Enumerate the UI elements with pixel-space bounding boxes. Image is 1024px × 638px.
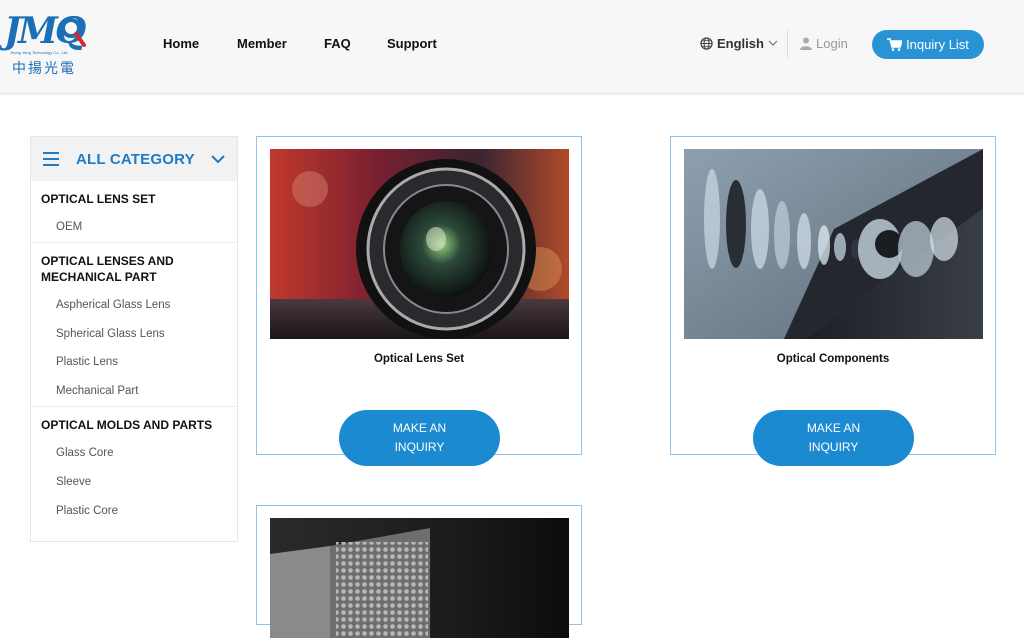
login-label: Login: [816, 36, 848, 51]
nav-member[interactable]: Member: [237, 36, 287, 51]
nav-faq[interactable]: FAQ: [324, 36, 351, 51]
inquiry-list-button[interactable]: Inquiry List: [872, 30, 984, 59]
category-item-plastic-core[interactable]: Plastic Core: [31, 497, 237, 526]
cart-icon: [887, 38, 903, 51]
product-card-optical-lens-set: Optical Lens Set MAKE AN INQUIRY: [256, 136, 582, 466]
logo-chinese-name: 中揚光電: [12, 60, 76, 76]
category-item-spherical-glass-lens[interactable]: Spherical Glass Lens: [31, 320, 237, 349]
product-image-camera-lens[interactable]: [270, 149, 569, 339]
product-card-title: Optical Components: [776, 353, 890, 365]
category-sidebar: ALL CATEGORY OPTICAL LENS SET OEM OPTICA…: [30, 136, 238, 542]
category-item-glass-core[interactable]: Glass Core: [31, 439, 237, 468]
product-card-optical-components: Optical Components MAKE AN INQUIRY: [670, 136, 996, 466]
make-inquiry-button[interactable]: MAKE AN INQUIRY: [753, 410, 914, 466]
nav-home[interactable]: Home: [163, 36, 199, 51]
product-card-title: Optical Lens Set: [373, 353, 465, 365]
product-card-molds: [256, 505, 582, 638]
category-title: ALL CATEGORY: [76, 150, 195, 168]
make-inquiry-button[interactable]: MAKE AN INQUIRY: [339, 410, 500, 466]
globe-icon: [700, 37, 713, 50]
login-link[interactable]: Login: [800, 36, 848, 51]
chevron-down-icon: [768, 40, 778, 46]
category-section-optical-lens-set[interactable]: OPTICAL LENS SET: [31, 181, 237, 213]
inquiry-list-label: Inquiry List: [906, 37, 969, 52]
category-item-mechanical-part[interactable]: Mechanical Part: [31, 377, 237, 406]
category-item-sleeve[interactable]: Sleeve: [31, 468, 237, 497]
language-selector[interactable]: English: [700, 36, 778, 51]
nav-support[interactable]: Support: [387, 36, 437, 51]
category-item-oem[interactable]: OEM: [31, 213, 237, 242]
logo-magnifier-icon: [61, 18, 86, 47]
product-image-lens-components[interactable]: [684, 149, 983, 339]
category-section-optical-molds-parts[interactable]: OPTICAL MOLDS AND PARTS: [31, 405, 237, 439]
language-label: English: [717, 36, 764, 51]
header-divider: [787, 30, 788, 58]
category-section-optical-lenses-mechanical[interactable]: OPTICAL LENSES AND MECHANICAL PART: [31, 241, 237, 291]
user-icon: [800, 37, 812, 50]
site-header: JMQ Jhong Yang Technology Co., Ltd. 中揚光電…: [0, 0, 1024, 94]
category-item-aspherical-glass-lens[interactable]: Aspherical Glass Lens: [31, 291, 237, 320]
site-logo[interactable]: JMQ Jhong Yang Technology Co., Ltd. 中揚光電: [4, 10, 86, 80]
hamburger-menu-icon: [43, 152, 59, 166]
category-header[interactable]: ALL CATEGORY: [31, 137, 237, 181]
category-item-plastic-lens[interactable]: Plastic Lens: [31, 348, 237, 377]
product-image-mold[interactable]: [270, 518, 569, 638]
chevron-down-icon: [211, 154, 225, 163]
logo-tagline: Jhong Yang Technology Co., Ltd.: [10, 50, 69, 55]
